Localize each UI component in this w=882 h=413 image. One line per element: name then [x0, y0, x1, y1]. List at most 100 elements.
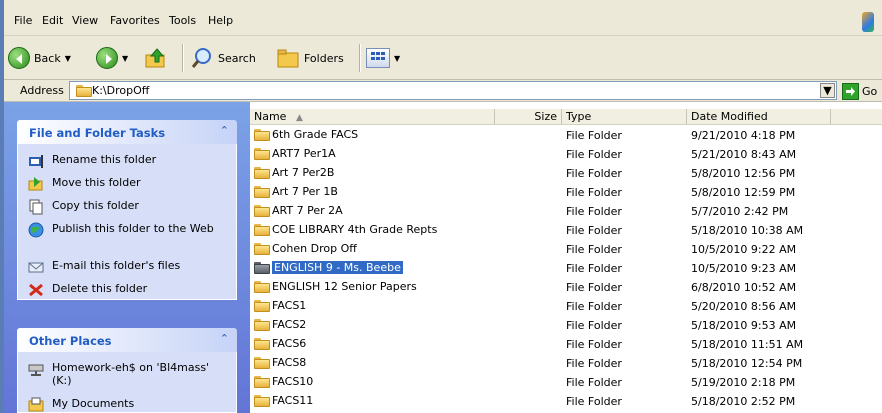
- panel-title: Other Places: [29, 334, 112, 348]
- forward-dropdown-icon[interactable]: ▼: [122, 54, 128, 63]
- place-label: My Documents: [52, 397, 135, 410]
- forward-button[interactable]: ▼: [96, 44, 128, 72]
- menu-view[interactable]: View: [72, 14, 98, 27]
- task-label: Publish this folder to the Web: [52, 222, 214, 235]
- file-row[interactable]: ENGLISH 12 Senior Papers File Folder 6/8/2…: [250, 278, 882, 297]
- back-label: Back: [34, 51, 61, 65]
- file-row[interactable]: FACS2 File Folder 5/18/2010 9:53 AM: [250, 316, 882, 335]
- task-pane: File and Folder Tasks ⌃ Rename this fold…: [4, 102, 250, 413]
- file-type: File Folder: [566, 224, 622, 237]
- folders-button[interactable]: Folders: [276, 44, 344, 72]
- file-row[interactable]: COE LIBRARY 4th Grade Repts File Folder 5/…: [250, 221, 882, 240]
- file-date-modified: 6/8/2010 10:52 AM: [691, 281, 797, 294]
- column-type[interactable]: Type: [562, 109, 687, 125]
- file-type: File Folder: [566, 376, 622, 389]
- file-name-cell[interactable]: ENGLISH 12 Senior Papers: [254, 280, 417, 293]
- views-icon: [366, 48, 390, 68]
- back-dropdown-icon[interactable]: ▼: [65, 54, 71, 63]
- up-folder-icon: [145, 48, 165, 68]
- file-date-modified: 5/7/2010 2:42 PM: [691, 205, 789, 218]
- collapse-icon[interactable]: ⌃: [220, 124, 229, 137]
- place-my-documents[interactable]: My Documents: [28, 397, 232, 413]
- copy-icon: [29, 199, 43, 215]
- go-button[interactable]: Go: [842, 82, 877, 100]
- file-name-cell[interactable]: Art 7 Per 1B: [254, 185, 338, 198]
- collapse-icon[interactable]: ⌃: [220, 332, 229, 345]
- address-label: Address: [20, 84, 64, 97]
- column-size-label: Size: [534, 110, 557, 123]
- up-folder-button[interactable]: [144, 44, 168, 72]
- place-network-drive[interactable]: Homework-eh$ on 'Bl4mass' (K:): [28, 361, 232, 387]
- file-date-modified: 5/18/2010 11:51 AM: [691, 338, 804, 351]
- task-move-folder[interactable]: Move this folder: [28, 176, 232, 192]
- task-copy-folder[interactable]: Copy this folder: [28, 199, 232, 215]
- file-name: FACS6: [272, 337, 307, 350]
- task-delete-folder[interactable]: Delete this folder: [28, 282, 232, 298]
- task-publish-folder[interactable]: Publish this folder to the Web: [28, 222, 232, 238]
- file-name-cell[interactable]: 6th Grade FACS: [254, 128, 358, 141]
- menu-help[interactable]: Help: [208, 14, 233, 27]
- file-folder-tasks-header[interactable]: File and Folder Tasks ⌃: [17, 120, 237, 144]
- file-type: File Folder: [566, 281, 622, 294]
- file-row[interactable]: ART 7 Per 2A File Folder 5/7/2010 2:42 PM: [250, 202, 882, 221]
- folder-icon: [254, 223, 270, 236]
- column-date-modified[interactable]: Date Modified: [687, 109, 831, 125]
- file-name-cell[interactable]: FACS1: [254, 299, 306, 312]
- task-email-files[interactable]: E-mail this folder's files: [28, 259, 232, 275]
- task-rename-folder[interactable]: Rename this folder: [28, 153, 232, 169]
- file-name-cell[interactable]: Art 7 Per2B: [254, 166, 334, 179]
- file-name-cell[interactable]: ART7 Per1A: [254, 147, 336, 160]
- file-row[interactable]: ENGLISH 9 - Ms. Beebe File Folder 10/5/201…: [250, 259, 882, 278]
- file-row[interactable]: Art 7 Per 1B File Folder 5/8/2010 12:59 PM: [250, 183, 882, 202]
- file-name-cell[interactable]: ART 7 Per 2A: [254, 204, 343, 217]
- file-row[interactable]: 6th Grade FACS File Folder 9/21/2010 4:18 …: [250, 126, 882, 145]
- file-row[interactable]: FACS11 File Folder 5/18/2010 2:52 PM: [250, 392, 882, 411]
- menu-favorites[interactable]: Favorites: [110, 14, 160, 27]
- file-name-cell[interactable]: FACS11: [254, 394, 313, 407]
- search-button[interactable]: Search: [190, 44, 256, 72]
- folder-icon: [254, 261, 270, 274]
- file-name: ENGLISH 12 Senior Papers: [272, 280, 417, 293]
- folder-icon: [254, 394, 270, 407]
- menu-file[interactable]: File: [14, 14, 32, 27]
- address-dropdown-icon[interactable]: ▼: [820, 83, 835, 98]
- search-label: Search: [218, 51, 256, 65]
- file-name-cell[interactable]: FACS2: [254, 318, 306, 331]
- file-name-cell[interactable]: COE LIBRARY 4th Grade Repts: [254, 223, 437, 236]
- file-name-cell[interactable]: FACS10: [254, 375, 313, 388]
- file-name-cell[interactable]: Cohen Drop Off: [254, 242, 357, 255]
- file-row[interactable]: FACS8 File Folder 5/18/2010 12:54 PM: [250, 354, 882, 373]
- file-type: File Folder: [566, 300, 622, 313]
- file-name-cell[interactable]: ENGLISH 9 - Ms. Beebe: [254, 261, 403, 274]
- file-row[interactable]: FACS10 File Folder 5/19/2010 2:18 PM: [250, 373, 882, 392]
- menu-edit[interactable]: Edit: [42, 14, 63, 27]
- delete-icon: [29, 283, 43, 297]
- file-name-cell[interactable]: FACS6: [254, 337, 306, 350]
- file-row[interactable]: Cohen Drop Off File Folder 10/5/2010 9:22 …: [250, 240, 882, 259]
- back-arrow-icon: [8, 47, 30, 69]
- file-name: Art 7 Per 1B: [272, 185, 338, 198]
- file-name: ART 7 Per 2A: [272, 204, 343, 217]
- address-input[interactable]: K:\DropOff ▼: [69, 81, 837, 100]
- file-date-modified: 5/19/2010 2:18 PM: [691, 376, 796, 389]
- file-name: Cohen Drop Off: [272, 242, 357, 255]
- file-row[interactable]: Art 7 Per2B File Folder 5/8/2010 12:56 PM: [250, 164, 882, 183]
- file-row[interactable]: FACS1 File Folder 5/20/2010 8:56 AM: [250, 297, 882, 316]
- column-name[interactable]: Name ▲: [250, 109, 495, 125]
- file-type: File Folder: [566, 167, 622, 180]
- file-name-cell[interactable]: FACS8: [254, 356, 306, 369]
- file-row[interactable]: FACS6 File Folder 5/18/2010 11:51 AM: [250, 335, 882, 354]
- folder-icon: [254, 147, 270, 160]
- folder-icon: [254, 128, 270, 141]
- file-row[interactable]: ART7 Per1A File Folder 5/21/2010 8:43 AM: [250, 145, 882, 164]
- back-button[interactable]: Back ▼: [8, 44, 71, 72]
- other-places-header[interactable]: Other Places ⌃: [17, 328, 237, 352]
- sort-ascending-icon: ▲: [295, 113, 303, 123]
- column-size[interactable]: Size: [495, 109, 562, 125]
- address-bar: Address K:\DropOff ▼ Go: [4, 80, 882, 102]
- file-name: Art 7 Per2B: [272, 166, 335, 179]
- folders-icon: [277, 49, 299, 68]
- views-button[interactable]: ▼: [366, 44, 400, 72]
- menu-tools[interactable]: Tools: [169, 14, 196, 27]
- views-dropdown-icon[interactable]: ▼: [394, 54, 400, 63]
